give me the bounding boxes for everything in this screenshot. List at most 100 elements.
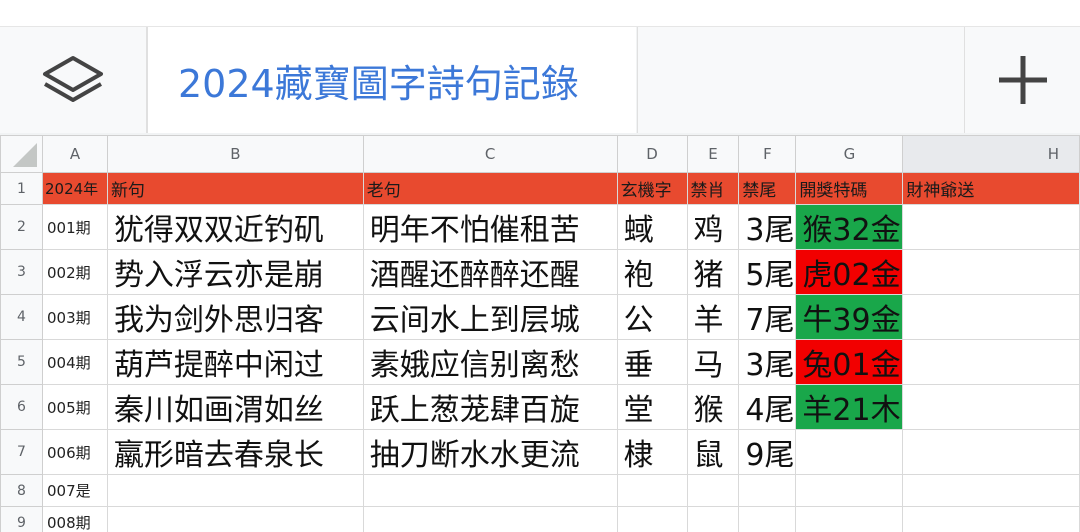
cell-d3[interactable]: 袍: [616, 249, 688, 295]
cell-b9[interactable]: [106, 506, 364, 532]
cell-h5[interactable]: [902, 339, 1080, 385]
cell-d2[interactable]: 蜮: [616, 204, 688, 250]
cell-c5[interactable]: 素娥应信别离愁: [362, 339, 618, 385]
cell-a2[interactable]: 001期: [41, 204, 108, 250]
cell-g5[interactable]: 兔01金: [795, 339, 904, 385]
cell-h9[interactable]: [902, 506, 1080, 532]
cell-b1[interactable]: 新句: [106, 172, 364, 205]
cell-e7[interactable]: 鼠: [686, 429, 740, 475]
row-number[interactable]: 7: [0, 429, 43, 475]
table-row: 6 005期 秦川如画渭如丝 跃上葱茏肆百旋堂猴 4尾 羊21木: [0, 384, 1080, 430]
cell-a1[interactable]: 2024年: [41, 172, 108, 205]
cell-c9[interactable]: [362, 506, 618, 532]
cell-f7[interactable]: 9尾: [738, 429, 797, 475]
cell-f3[interactable]: 5尾: [738, 249, 797, 295]
cell-f8[interactable]: [738, 474, 797, 507]
cell-e3[interactable]: 猪: [686, 249, 740, 295]
cell-c3[interactable]: 酒醒还醉醉还醒: [362, 249, 618, 295]
column-header-d[interactable]: D: [616, 135, 688, 173]
cell-b3[interactable]: 势入浮云亦是崩: [106, 249, 364, 295]
cell-g9[interactable]: [795, 506, 904, 532]
cell-b6[interactable]: 秦川如画渭如丝: [106, 384, 364, 430]
row-number[interactable]: 5: [0, 339, 43, 385]
cell-c8[interactable]: [362, 474, 618, 507]
cell-e8[interactable]: [686, 474, 740, 507]
cell-e4[interactable]: 羊: [686, 294, 740, 340]
cell-h1[interactable]: 財神爺送: [902, 172, 1080, 205]
row-number[interactable]: 8: [0, 474, 43, 507]
cell-b7[interactable]: 羸形暗去春泉长: [106, 429, 364, 475]
cell-f4[interactable]: 7尾: [738, 294, 797, 340]
cell-h4[interactable]: [902, 294, 1080, 340]
app-toolbar: 2024藏寶圖字詩句記錄: [0, 27, 1080, 135]
row-number[interactable]: 6: [0, 384, 43, 430]
cell-g1[interactable]: 開獎特碼: [795, 172, 904, 205]
cell-a7[interactable]: 006期: [41, 429, 108, 475]
cell-f1[interactable]: 禁尾: [738, 172, 797, 205]
cell-e5[interactable]: 马: [686, 339, 740, 385]
add-button[interactable]: [965, 27, 1080, 133]
column-header-h[interactable]: H: [902, 135, 1080, 173]
cell-f5[interactable]: 3尾: [738, 339, 797, 385]
cell-e6[interactable]: 猴: [686, 384, 740, 430]
cell-f2[interactable]: 3尾: [738, 204, 797, 250]
toolbar-spacer: [637, 27, 966, 133]
cell-c2[interactable]: 明年不怕催租苦: [362, 204, 618, 250]
cell-h2[interactable]: [902, 204, 1080, 250]
row-number[interactable]: 1: [0, 172, 43, 205]
row-number[interactable]: 4: [0, 294, 43, 340]
spreadsheet-grid: A B C D E F G H 1 2024年 新句 老句 玄機字 禁肖 禁尾 …: [0, 135, 1080, 532]
cell-b2[interactable]: 犹得双双近钓矶: [106, 204, 364, 250]
select-all-corner[interactable]: [0, 135, 43, 173]
cell-d7[interactable]: 棣: [616, 429, 688, 475]
cell-d8[interactable]: [616, 474, 688, 507]
cell-d1[interactable]: 玄機字: [616, 172, 688, 205]
cell-a4[interactable]: 003期: [41, 294, 108, 340]
cell-d6[interactable]: 堂: [616, 384, 688, 430]
cell-a3[interactable]: 002期: [41, 249, 108, 295]
cell-g2[interactable]: 猴32金: [795, 204, 904, 250]
column-header-g[interactable]: G: [795, 135, 904, 173]
column-header-a[interactable]: A: [41, 135, 108, 173]
column-header-b[interactable]: B: [106, 135, 364, 173]
cell-c1[interactable]: 老句: [362, 172, 618, 205]
column-header-c[interactable]: C: [362, 135, 618, 173]
layers-button[interactable]: [0, 27, 148, 133]
row-number[interactable]: 9: [0, 506, 43, 532]
cell-c4[interactable]: 云间水上到层城: [362, 294, 618, 340]
cell-c6[interactable]: 跃上葱茏肆百旋: [362, 384, 618, 430]
status-strip: [0, 0, 1080, 27]
cell-b4[interactable]: 我为剑外思归客: [106, 294, 364, 340]
cell-h3[interactable]: [902, 249, 1080, 295]
cell-h6[interactable]: [902, 384, 1080, 430]
cell-a6[interactable]: 005期: [41, 384, 108, 430]
cell-b5[interactable]: 葫芦提醉中闲过: [106, 339, 364, 385]
column-header-e[interactable]: E: [686, 135, 740, 173]
cell-f6[interactable]: 4尾: [738, 384, 797, 430]
cell-f9[interactable]: [738, 506, 797, 532]
cell-h8[interactable]: [902, 474, 1080, 507]
corner-triangle-icon: [13, 143, 37, 167]
cell-d5[interactable]: 垂: [616, 339, 688, 385]
column-header-f[interactable]: F: [738, 135, 797, 173]
grid-table: A B C D E F G H 1 2024年 新句 老句 玄機字 禁肖 禁尾 …: [0, 135, 1080, 532]
cell-e1[interactable]: 禁肖: [686, 172, 740, 205]
cell-a5[interactable]: 004期: [41, 339, 108, 385]
row-number[interactable]: 3: [0, 249, 43, 295]
cell-a9[interactable]: 008期: [41, 506, 108, 532]
cell-c7[interactable]: 抽刀断水水更流: [362, 429, 618, 475]
row-number[interactable]: 2: [0, 204, 43, 250]
cell-e9[interactable]: [686, 506, 740, 532]
cell-a8[interactable]: 007是: [41, 474, 108, 507]
cell-g6[interactable]: 羊21木: [795, 384, 904, 430]
cell-g7[interactable]: [795, 429, 904, 475]
cell-e2[interactable]: 鸡: [686, 204, 740, 250]
cell-g8[interactable]: [795, 474, 904, 507]
cell-h7[interactable]: [902, 429, 1080, 475]
cell-g3[interactable]: 虎02金: [795, 249, 904, 295]
cell-b8[interactable]: [106, 474, 364, 507]
cell-d4[interactable]: 公: [616, 294, 688, 340]
cell-g4[interactable]: 牛39金: [795, 294, 904, 340]
cell-d9[interactable]: [616, 506, 688, 532]
sheet-title[interactable]: 2024藏寶圖字詩句記錄: [148, 27, 636, 133]
